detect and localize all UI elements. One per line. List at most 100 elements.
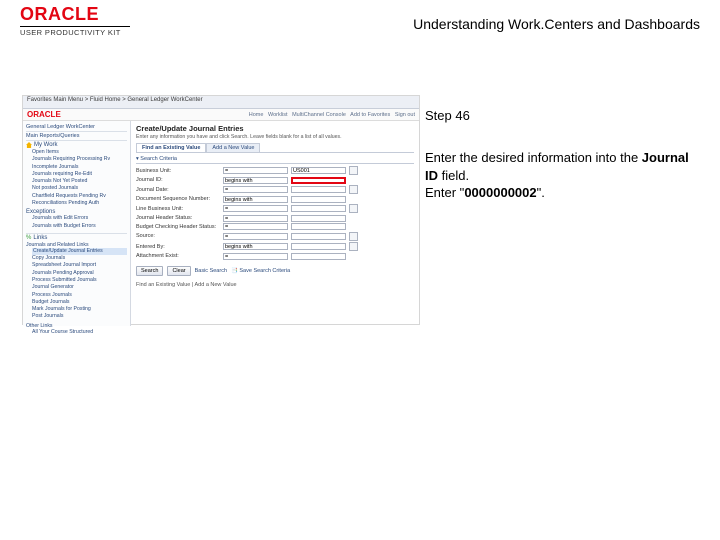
nav-worklist[interactable]: Worklist (268, 112, 287, 118)
step-text-1a: Enter the desired information into the (425, 150, 642, 165)
lookup-icon[interactable] (349, 242, 358, 251)
calendar-icon[interactable] (349, 185, 358, 194)
field-business-unit[interactable]: US001 (291, 167, 346, 174)
sidebar-item[interactable]: Reconciliations Pending Auth (32, 200, 127, 207)
sidebar-item[interactable]: Journals with Edit Errors (32, 215, 127, 222)
op-business-unit[interactable]: = (223, 167, 288, 174)
step-number: Step 46 (425, 108, 690, 123)
step-text-2a: Enter " (425, 185, 464, 200)
field-bc-status[interactable] (291, 223, 346, 230)
nav-mcc[interactable]: MultiChannel Console (292, 112, 346, 118)
sidebar-item[interactable]: Chartfield Requests Pending Rv (32, 193, 127, 200)
field-source[interactable] (291, 233, 346, 240)
basic-search-link[interactable]: Basic Search (195, 268, 227, 274)
sidebar-item[interactable]: Journals Requiring Processing Rv (32, 156, 127, 163)
op-journal-id[interactable]: begins with (223, 177, 288, 184)
nav-home[interactable]: Home (249, 112, 264, 118)
sidebar-item[interactable]: Spreadsheet Journal Import (32, 262, 127, 269)
my-work-header[interactable]: My Work (26, 142, 127, 148)
label-entered-by: Entered By: (136, 244, 220, 250)
sidebar-item[interactable]: Journals requiring Re-Edit (32, 171, 127, 178)
tab-find-existing[interactable]: Find an Existing Value (136, 143, 206, 152)
field-attachment[interactable] (291, 253, 346, 260)
save-search-label: Save Search Criteria (239, 268, 290, 274)
sidebar-item[interactable]: Journals Pending Approval (32, 270, 127, 277)
open-items-list: Open Items Journals Requiring Processing… (26, 149, 127, 207)
label-journal-id: Journal ID: (136, 177, 220, 183)
sidebar-item[interactable]: Budget Journals (32, 299, 127, 306)
sidebar-item[interactable]: Open Items (32, 149, 127, 156)
oracle-subtitle: USER PRODUCTIVITY KIT (20, 26, 130, 37)
sidebar-item[interactable]: Incomplete Journals (32, 164, 127, 171)
label-doc-seq: Document Sequence Number: (136, 196, 220, 202)
search-form: ▾ Search Criteria Business Unit: = US001… (136, 156, 414, 288)
sidebar-item[interactable]: Journals with Budget Errors (32, 223, 127, 230)
step-text-2b: 0000000002 (464, 185, 536, 200)
nav-fav[interactable]: Add to Favorites (350, 112, 390, 118)
workcenter-tabs: Main Reports/Queries (26, 132, 127, 141)
label-journal-date: Journal Date: (136, 187, 220, 193)
content-title: Create/Update Journal Entries (136, 124, 414, 133)
field-line-bu[interactable] (291, 205, 346, 212)
label-bc-status: Budget Checking Header Status: (136, 224, 220, 230)
label-source: Source: (136, 233, 220, 239)
op-doc-seq[interactable]: begins with (223, 196, 288, 203)
label-business-unit: Business Unit: (136, 168, 220, 174)
oracle-logo-mini: ORACLE (27, 110, 61, 119)
content-subtitle: Enter any information you have and click… (136, 134, 414, 140)
link-icon: % (26, 235, 31, 241)
label-jh-status: Journal Header Status: (136, 215, 220, 221)
op-jh-status[interactable]: = (223, 215, 288, 222)
links-label: Links (33, 235, 47, 241)
sidebar: General Ledger WorkCenter Main Reports/Q… (23, 121, 131, 326)
home-icon (26, 142, 32, 148)
sidebar-item[interactable]: Process Journals (32, 292, 127, 299)
search-button[interactable]: Search (136, 266, 163, 276)
sidebar-item[interactable]: Post Journals (32, 313, 127, 320)
main-content: Create/Update Journal Entries Enter any … (131, 121, 419, 326)
op-attachment[interactable]: = (223, 253, 288, 260)
sidebar-item[interactable]: All Your Course Structured (32, 329, 127, 336)
field-journal-id[interactable] (291, 177, 346, 184)
tabs: Find an Existing Value Add a New Value (136, 143, 414, 153)
sidebar-item[interactable]: Journals Not Yet Posted (32, 178, 127, 185)
links-header[interactable]: % Links (26, 233, 127, 241)
tab-add-new[interactable]: Add a New Value (206, 143, 260, 152)
step-text-1c: field. (438, 168, 469, 183)
op-bc-status[interactable]: = (223, 223, 288, 230)
app-screenshot: Favorites Main Menu > Fluid Home > Gener… (22, 95, 420, 325)
op-source[interactable]: = (223, 233, 288, 240)
doc-header: ORACLE USER PRODUCTIVITY KIT Understandi… (20, 4, 700, 42)
sidebar-item[interactable]: Copy Journals (32, 255, 127, 262)
field-journal-date[interactable] (291, 186, 346, 193)
label-line-bu: Line Business Unit: (136, 206, 220, 212)
sidebar-item[interactable]: Journal Generator (32, 284, 127, 291)
field-doc-seq[interactable] (291, 196, 346, 203)
op-entered-by[interactable]: begins with (223, 243, 288, 250)
app-header: ORACLE Home Worklist MultiChannel Consol… (23, 109, 419, 121)
page-title: Understanding Work.Centers and Dashboard… (413, 16, 700, 32)
step-panel: Step 46 Enter the desired information in… (425, 108, 690, 202)
lookup-icon[interactable] (349, 166, 358, 175)
clear-button[interactable]: Clear (167, 266, 190, 276)
workcenter-title: General Ledger WorkCenter (26, 123, 127, 132)
lookup-icon[interactable] (349, 204, 358, 213)
top-nav: Home Worklist MultiChannel Console Add t… (249, 112, 415, 118)
search-criteria-label: Search Criteria (140, 156, 177, 162)
field-entered-by[interactable] (291, 243, 346, 250)
field-jh-status[interactable] (291, 215, 346, 222)
footer-tabs: Find an Existing Value | Add a New Value (136, 282, 414, 288)
sidebar-item-selected[interactable]: Create/Update Journal Entries (32, 248, 127, 255)
sidebar-item[interactable]: Mark Journals for Posting (32, 306, 127, 313)
button-row: Search Clear Basic Search 📑 Save Search … (136, 266, 414, 276)
oracle-logo: ORACLE (20, 4, 99, 25)
label-attachment: Attachment Exist: (136, 253, 220, 259)
op-journal-date[interactable]: = (223, 186, 288, 193)
op-line-bu[interactable]: = (223, 205, 288, 212)
lookup-icon[interactable] (349, 232, 358, 241)
step-text-2c: ". (537, 185, 545, 200)
save-search-link[interactable]: 📑 Save Search Criteria (231, 268, 290, 274)
nav-signout[interactable]: Sign out (395, 112, 415, 118)
sidebar-item[interactable]: Not posted Journals (32, 185, 127, 192)
sidebar-item[interactable]: Process Submitted Journals (32, 277, 127, 284)
